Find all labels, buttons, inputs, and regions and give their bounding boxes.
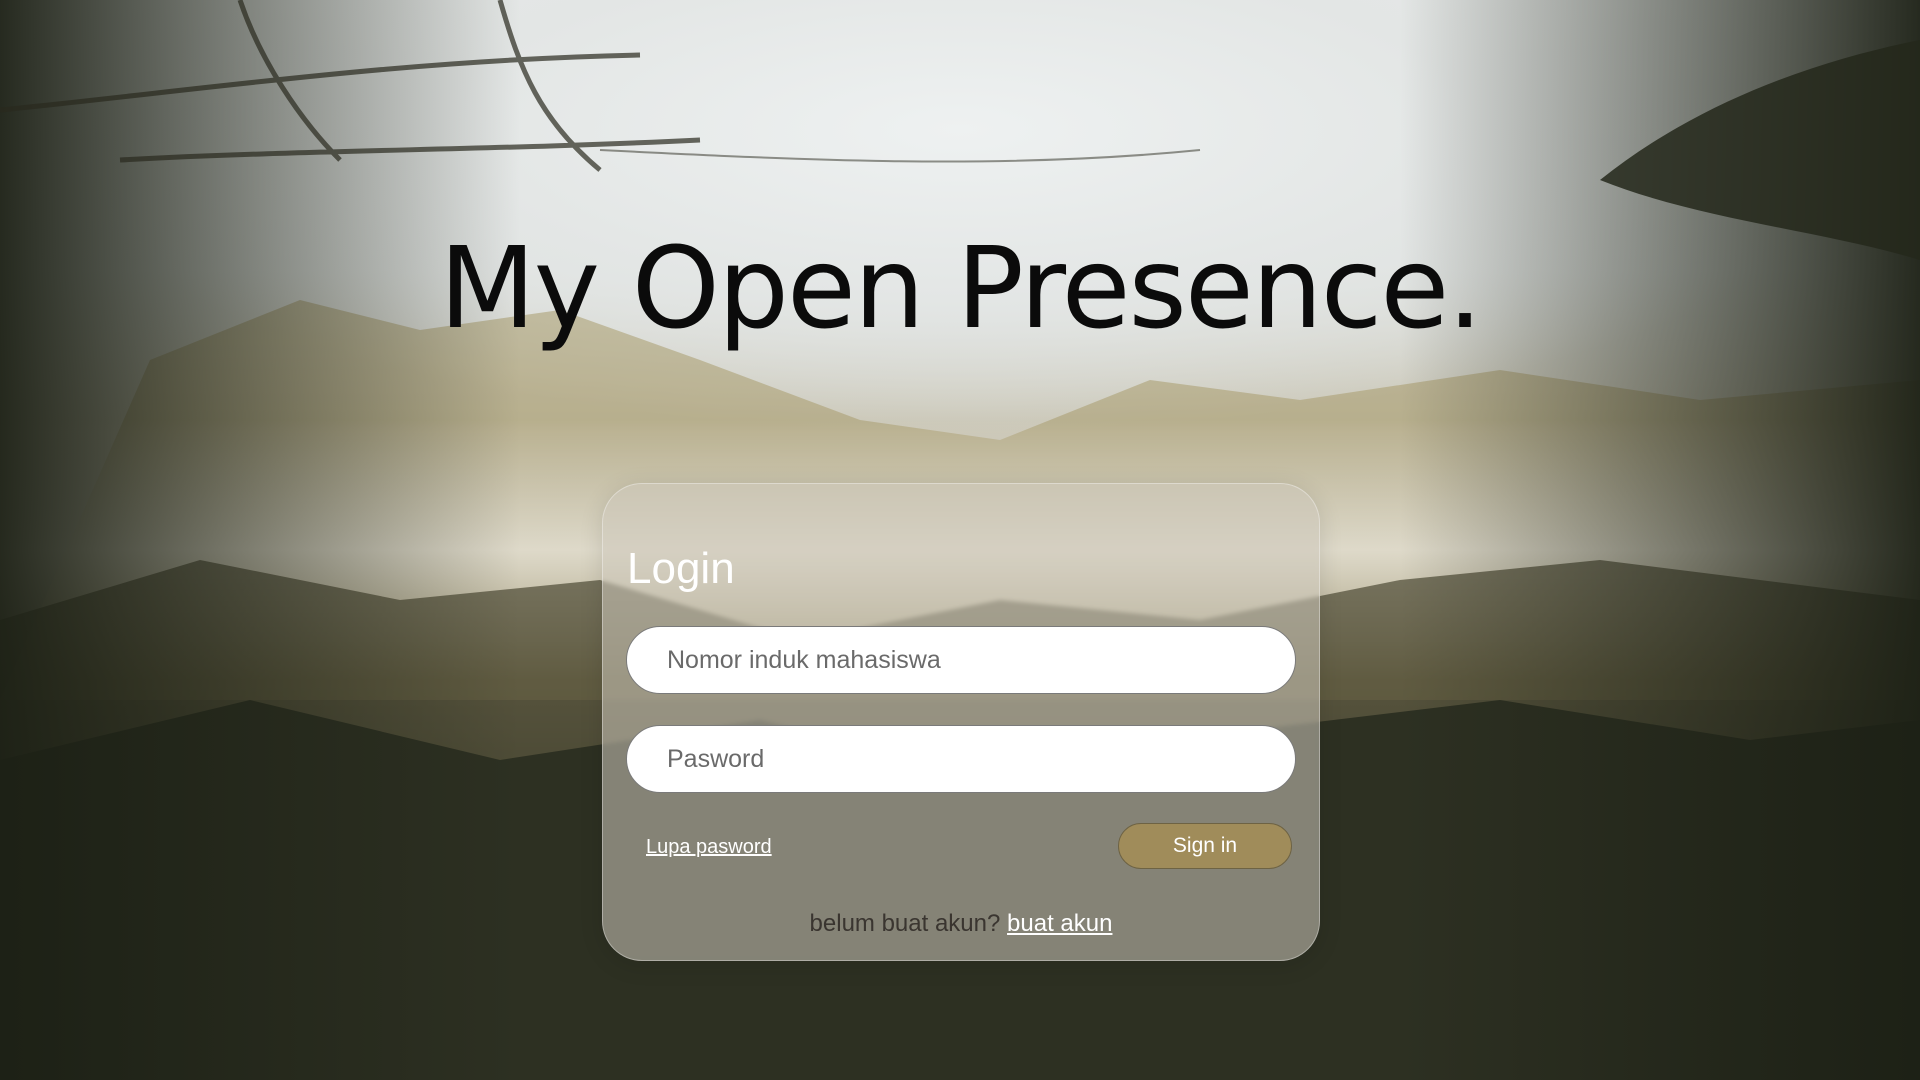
page-title: My Open Presence.: [439, 224, 1483, 354]
password-input[interactable]: [626, 725, 1296, 793]
register-prompt-line: belum buat akun? buat akun: [603, 910, 1319, 938]
forgot-password-link[interactable]: Lupa pasword: [646, 836, 772, 859]
register-prompt-text: belum buat akun?: [809, 910, 1001, 937]
student-id-input[interactable]: [626, 626, 1296, 694]
sign-in-button[interactable]: Sign in: [1118, 823, 1292, 869]
register-link[interactable]: buat akun: [1007, 910, 1112, 937]
login-card: Login Lupa pasword Sign in belum buat ak…: [602, 483, 1320, 961]
login-heading: Login: [627, 544, 735, 593]
